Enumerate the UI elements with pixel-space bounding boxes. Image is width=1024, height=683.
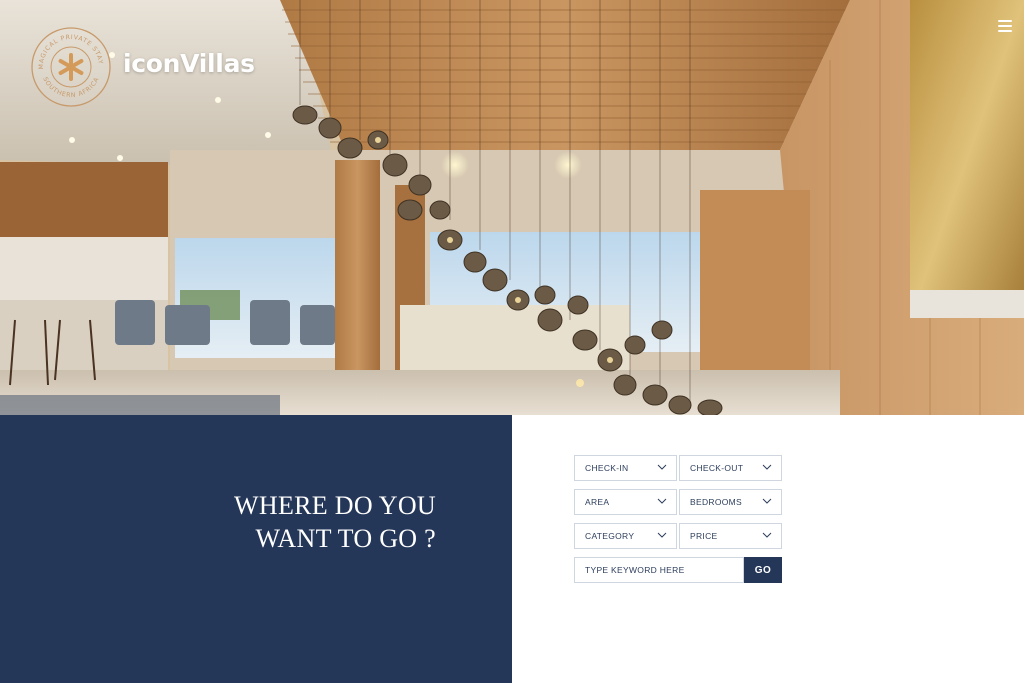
category-select[interactable]: CATEGORY — [574, 523, 677, 549]
search-row-keyword: GO — [574, 557, 782, 583]
check-in-label: CHECK-IN — [585, 463, 629, 473]
area-label: AREA — [585, 497, 610, 507]
hamburger-icon[interactable] — [998, 20, 1012, 32]
category-label: CATEGORY — [585, 531, 635, 541]
chevron-down-icon — [762, 532, 772, 538]
brand-name[interactable]: iconVillas — [123, 49, 255, 78]
bedrooms-label: BEDROOMS — [690, 497, 742, 507]
go-button[interactable]: GO — [744, 557, 782, 583]
check-out-select[interactable]: CHECK-OUT — [679, 455, 782, 481]
brand-emblem-icon: MAGICAL PRIVATE STAYS SOUTHERN AFRICA — [28, 21, 111, 107]
chevron-down-icon — [657, 532, 667, 538]
bedrooms-select[interactable]: BEDROOMS — [679, 489, 782, 515]
brand-logo[interactable]: MAGICAL PRIVATE STAYS SOUTHERN AFRICA — [28, 21, 112, 108]
chevron-down-icon — [657, 464, 667, 470]
chevron-down-icon — [762, 464, 772, 470]
headline-line-2: WANT TO GO ? — [255, 524, 436, 553]
hero-image: MAGICAL PRIVATE STAYS SOUTHERN AFRICA ic… — [0, 0, 1024, 415]
chevron-down-icon — [657, 498, 667, 504]
search-row-category: CATEGORY PRICE — [574, 523, 782, 549]
search-form: CHECK-IN CHECK-OUT AREA BEDROOMS CATEGOR… — [574, 455, 782, 583]
search-panel: CHECK-IN CHECK-OUT AREA BEDROOMS CATEGOR… — [512, 415, 1024, 683]
area-select[interactable]: AREA — [574, 489, 677, 515]
chevron-down-icon — [762, 498, 772, 504]
keyword-input[interactable] — [574, 557, 744, 583]
check-out-label: CHECK-OUT — [690, 463, 744, 473]
headline-panel: WHERE DO YOU WANT TO GO ? — [0, 415, 512, 683]
price-select[interactable]: PRICE — [679, 523, 782, 549]
check-in-select[interactable]: CHECK-IN — [574, 455, 677, 481]
price-label: PRICE — [690, 531, 718, 541]
headline-line-1: WHERE DO YOU — [234, 491, 436, 520]
search-row-area: AREA BEDROOMS — [574, 489, 782, 515]
headline: WHERE DO YOU WANT TO GO ? — [234, 489, 436, 555]
search-row-dates: CHECK-IN CHECK-OUT — [574, 455, 782, 481]
